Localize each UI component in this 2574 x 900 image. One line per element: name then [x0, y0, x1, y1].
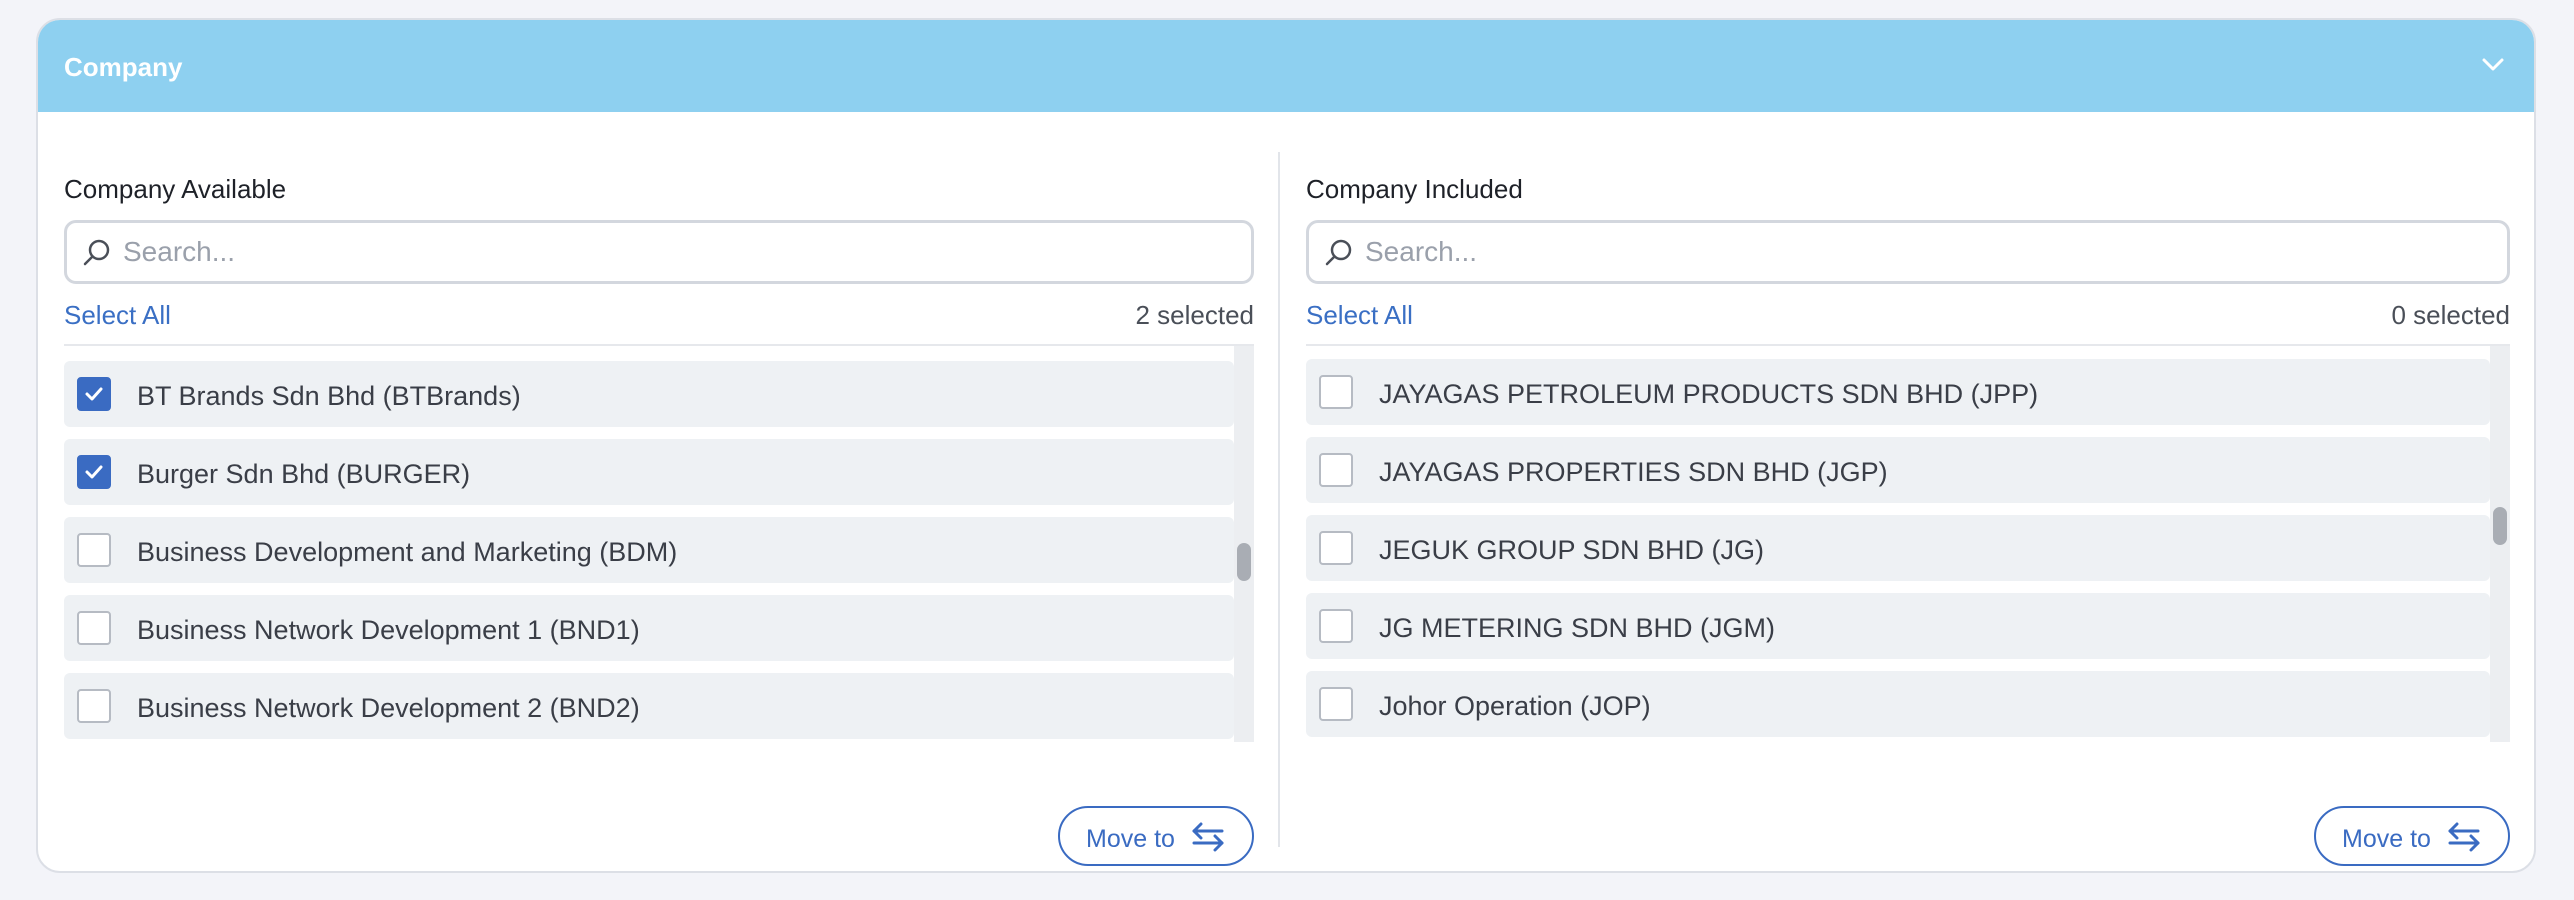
list-item[interactable]: JAYAGAS PETROLEUM PRODUCTS SDN BHD (JPP)	[1306, 359, 2490, 425]
move-to-label: Move to	[2342, 825, 2431, 853]
checkbox[interactable]	[1319, 531, 1353, 565]
section-title: Company	[64, 52, 183, 82]
checkbox[interactable]	[1319, 375, 1353, 409]
included-select-all-link[interactable]: Select All	[1306, 300, 1413, 331]
checkbox-checked[interactable]	[77, 455, 111, 489]
included-selected-count: 0 selected	[2391, 300, 2510, 330]
available-select-all-link[interactable]: Select All	[64, 300, 171, 331]
list-item[interactable]: Business Network Development 1 (BND1)	[64, 595, 1234, 661]
available-panel: Company Available Select All 2 selected …	[64, 112, 1254, 871]
scrollbar-thumb[interactable]	[2493, 507, 2507, 545]
move-to-label: Move to	[1086, 825, 1175, 853]
checkbox[interactable]	[1319, 687, 1353, 721]
available-list[interactable]: BT Brands Sdn Bhd (BTBrands) Burger Sdn …	[64, 346, 1234, 742]
included-search[interactable]	[1306, 220, 2510, 284]
checkbox[interactable]	[77, 611, 111, 645]
included-list[interactable]: JAYAGAS PETROLEUM PRODUCTS SDN BHD (JPP)…	[1306, 346, 2490, 742]
list-item[interactable]: Business Network Development 2 (BND2)	[64, 673, 1234, 739]
check-icon	[85, 465, 103, 479]
list-item[interactable]: BT Brands Sdn Bhd (BTBrands)	[64, 361, 1234, 427]
list-item[interactable]: JEGUK GROUP SDN BHD (JG)	[1306, 515, 2490, 581]
available-title: Company Available	[64, 174, 287, 204]
list-item-label: BT Brands Sdn Bhd (BTBrands)	[137, 381, 521, 411]
list-item[interactable]: JAYAGAS PROPERTIES SDN BHD (JGP)	[1306, 437, 2490, 503]
checkbox[interactable]	[1319, 609, 1353, 643]
list-item-label: JG METERING SDN BHD (JGM)	[1379, 613, 1775, 643]
checkbox[interactable]	[1319, 453, 1353, 487]
list-item[interactable]: Business Development and Marketing (BDM)	[64, 517, 1234, 583]
included-panel: Company Included Select All 0 selected J…	[1306, 112, 2510, 871]
swap-arrows-icon	[2448, 822, 2480, 852]
list-item[interactable]: Burger Sdn Bhd (BURGER)	[64, 439, 1234, 505]
search-icon	[1325, 239, 1352, 266]
list-item[interactable]: JG METERING SDN BHD (JGM)	[1306, 593, 2490, 659]
available-search-input[interactable]	[123, 231, 1237, 273]
list-item-label: Business Development and Marketing (BDM)	[137, 537, 678, 567]
available-scrollbar[interactable]	[1234, 346, 1254, 742]
panel-divider	[1278, 152, 1280, 847]
checkbox-checked[interactable]	[77, 377, 111, 411]
list-item-label: Burger Sdn Bhd (BURGER)	[137, 459, 471, 489]
list-item-label: JEGUK GROUP SDN BHD (JG)	[1379, 535, 1765, 565]
swap-arrows-icon	[1192, 822, 1224, 852]
company-section-header[interactable]: Company	[38, 20, 2534, 112]
move-to-available-button[interactable]: Move to	[2314, 806, 2510, 866]
available-search[interactable]	[64, 220, 1254, 284]
scrollbar-thumb[interactable]	[1237, 543, 1251, 581]
check-icon	[85, 387, 103, 401]
checkbox[interactable]	[77, 689, 111, 723]
list-item[interactable]: Johor Operation (JOP)	[1306, 671, 2490, 737]
available-selected-count: 2 selected	[1135, 300, 1254, 330]
search-icon	[83, 239, 110, 266]
included-scrollbar[interactable]	[2490, 346, 2510, 742]
included-search-input[interactable]	[1365, 231, 2493, 273]
checkbox[interactable]	[77, 533, 111, 567]
move-to-included-button[interactable]: Move to	[1058, 806, 1254, 866]
list-item-label: Business Network Development 1 (BND1)	[137, 615, 640, 645]
list-item-label: Business Network Development 2 (BND2)	[137, 693, 640, 723]
company-card: Company Company Available Select All 2 s…	[36, 18, 2536, 873]
list-item-label: Johor Operation (JOP)	[1379, 691, 1651, 721]
list-item-label: JAYAGAS PROPERTIES SDN BHD (JGP)	[1379, 457, 1888, 487]
chevron-down-icon[interactable]	[2478, 50, 2508, 80]
list-item-label: JAYAGAS PETROLEUM PRODUCTS SDN BHD (JPP)	[1379, 379, 2039, 409]
included-title: Company Included	[1306, 174, 1523, 204]
